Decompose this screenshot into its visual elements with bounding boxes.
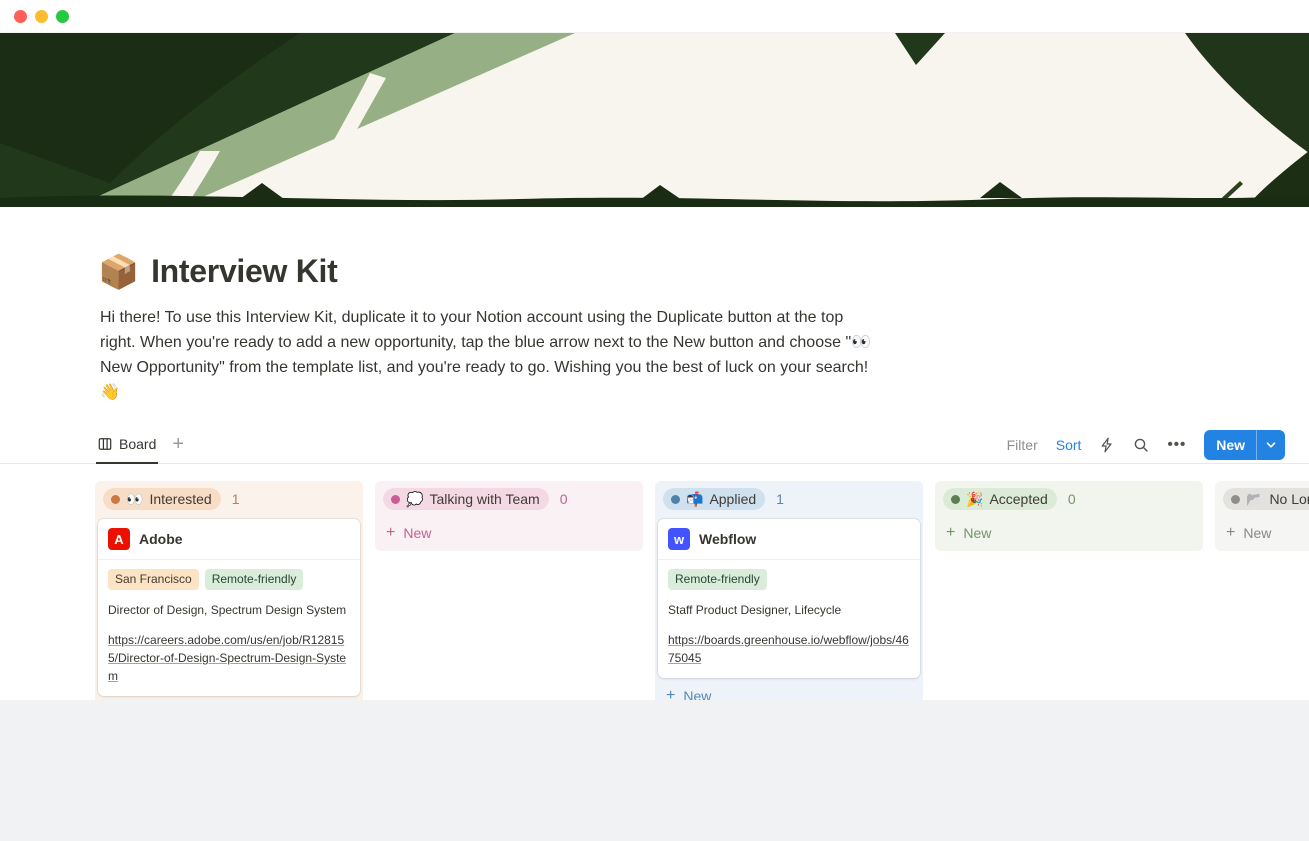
column-count: 0 <box>560 491 568 507</box>
card-webflow[interactable]: w Webflow Remote-friendly Staff Product … <box>658 519 920 678</box>
cards-list: w Webflow Remote-friendly Staff Product … <box>655 517 923 680</box>
card-title-row: A Adobe <box>98 519 360 560</box>
board-view-icon <box>98 437 112 451</box>
role-text: Director of Design, Spectrum Design Syst… <box>108 601 350 619</box>
company-name: Webflow <box>699 531 756 547</box>
column-label: Talking with Team <box>429 491 539 507</box>
monstera-leaves-illustration <box>0 33 1309 207</box>
new-card-button[interactable]: + New <box>95 698 363 700</box>
column-label: Applied <box>709 491 756 507</box>
view-toolbar: Board + Filter Sort ••• New <box>0 426 1309 464</box>
column-count: 1 <box>776 491 784 507</box>
column-label: No Lon <box>1269 491 1309 507</box>
adobe-logo-icon: A <box>108 528 130 550</box>
new-button-label[interactable]: New <box>1204 430 1256 460</box>
sort-button[interactable]: Sort <box>1056 437 1082 453</box>
bolt-icon[interactable] <box>1099 437 1115 453</box>
board-column-interested: 👀 Interested 1 A Adobe San Francisco Rem… <box>95 481 363 700</box>
plus-icon: + <box>1226 525 1235 541</box>
column-header: 📬 Applied 1 <box>655 481 923 517</box>
new-card-button[interactable]: + New <box>1215 517 1309 549</box>
tag-remote: Remote-friendly <box>668 569 767 590</box>
new-card-button[interactable]: + New <box>935 517 1203 549</box>
status-dot <box>111 495 120 504</box>
board-column-accepted: 🎉 Accepted 0 + New <box>935 481 1203 551</box>
page-cover-image <box>0 33 1309 207</box>
column-header: 👀 Interested 1 <box>95 481 363 517</box>
thought-balloon-emoji: 💭 <box>406 492 423 506</box>
column-header: 🎉 Accepted 0 <box>935 481 1203 517</box>
zoom-window-button[interactable] <box>56 10 69 23</box>
column-label: Interested <box>149 491 211 507</box>
column-status-pill[interactable]: 📂 No Lon <box>1223 488 1309 510</box>
eyes-emoji: 👀 <box>126 492 143 506</box>
open-folder-emoji: 📂 <box>1246 492 1263 506</box>
status-dot <box>391 495 400 504</box>
close-window-button[interactable] <box>14 10 27 23</box>
status-dot <box>1231 495 1240 504</box>
job-url-link[interactable]: https://careers.adobe.com/us/en/job/R128… <box>108 631 350 685</box>
window-controls <box>14 10 69 23</box>
mailbox-emoji: 📬 <box>686 492 703 506</box>
new-button[interactable]: New <box>1204 430 1285 460</box>
kanban-board: 👀 Interested 1 A Adobe San Francisco Rem… <box>0 464 1309 700</box>
column-status-pill[interactable]: 👀 Interested <box>103 488 221 510</box>
window-titlebar <box>0 0 1309 33</box>
minimize-window-button[interactable] <box>35 10 48 23</box>
board-column-applied: 📬 Applied 1 w Webflow Remote-friendly St <box>655 481 923 700</box>
board-column-no-longer: 📂 No Lon + New <box>1215 481 1309 551</box>
tags-row: San Francisco Remote-friendly <box>108 569 350 590</box>
status-dot <box>951 495 960 504</box>
page-icon[interactable]: 📦 <box>98 255 139 288</box>
plus-icon: + <box>666 688 675 700</box>
tag-location: San Francisco <box>108 569 199 590</box>
card-body: San Francisco Remote-friendly Director o… <box>98 560 360 696</box>
cards-list: A Adobe San Francisco Remote-friendly Di… <box>95 517 363 698</box>
status-dot <box>671 495 680 504</box>
job-url-link[interactable]: https://boards.greenhouse.io/webflow/job… <box>668 631 910 667</box>
column-count: 0 <box>1068 491 1076 507</box>
new-card-button[interactable]: + New <box>655 680 923 700</box>
more-options-icon[interactable]: ••• <box>1167 436 1186 453</box>
new-card-label: New <box>963 525 991 541</box>
plus-icon: + <box>946 525 955 541</box>
page-description: Hi there! To use this Interview Kit, dup… <box>100 305 872 405</box>
company-name: Adobe <box>139 531 183 547</box>
new-card-button[interactable]: + New <box>375 517 643 549</box>
filter-button[interactable]: Filter <box>1007 437 1038 453</box>
page-content: 📦 Interview Kit Hi there! To use this In… <box>0 207 1309 700</box>
board-column-talking-with-team: 💭 Talking with Team 0 + New <box>375 481 643 551</box>
column-status-pill[interactable]: 🎉 Accepted <box>943 488 1057 510</box>
webflow-logo-icon: w <box>668 528 690 550</box>
column-header: 💭 Talking with Team 0 <box>375 481 643 517</box>
new-card-label: New <box>403 525 431 541</box>
new-card-label: New <box>683 688 711 700</box>
column-status-pill[interactable]: 📬 Applied <box>663 488 765 510</box>
desktop-background <box>0 700 1309 841</box>
new-card-label: New <box>1243 525 1271 541</box>
chevron-down-icon[interactable] <box>1256 430 1285 460</box>
tab-board-view[interactable]: Board <box>96 426 158 464</box>
page-title: Interview Kit <box>151 253 337 290</box>
card-title-row: w Webflow <box>658 519 920 560</box>
column-count: 1 <box>232 491 240 507</box>
party-popper-emoji: 🎉 <box>966 492 983 506</box>
plus-icon: + <box>386 525 395 541</box>
tag-remote: Remote-friendly <box>205 569 304 590</box>
board-tab-label: Board <box>119 436 156 452</box>
card-body: Remote-friendly Staff Product Designer, … <box>658 560 920 678</box>
column-header: 📂 No Lon <box>1215 481 1309 517</box>
column-status-pill[interactable]: 💭 Talking with Team <box>383 488 549 510</box>
add-view-button[interactable]: + <box>172 434 184 456</box>
search-icon[interactable] <box>1133 437 1149 453</box>
card-adobe[interactable]: A Adobe San Francisco Remote-friendly Di… <box>98 519 360 696</box>
role-text: Staff Product Designer, Lifecycle <box>668 601 910 619</box>
tags-row: Remote-friendly <box>668 569 910 590</box>
column-label: Accepted <box>989 491 1047 507</box>
